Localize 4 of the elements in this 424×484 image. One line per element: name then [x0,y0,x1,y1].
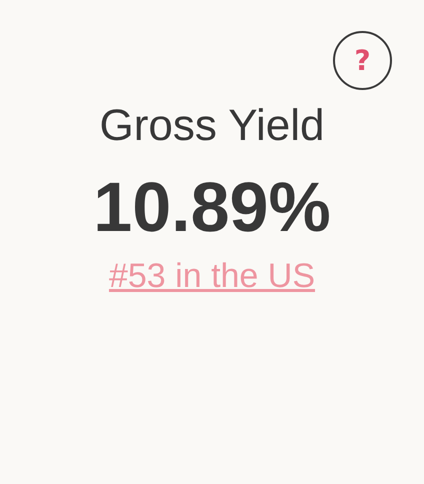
metric-title: Gross Yield [100,100,324,152]
metric-value: 10.89% [93,166,331,248]
help-button[interactable]: ? [333,31,392,90]
rank-link[interactable]: #53 in the US [108,256,316,296]
